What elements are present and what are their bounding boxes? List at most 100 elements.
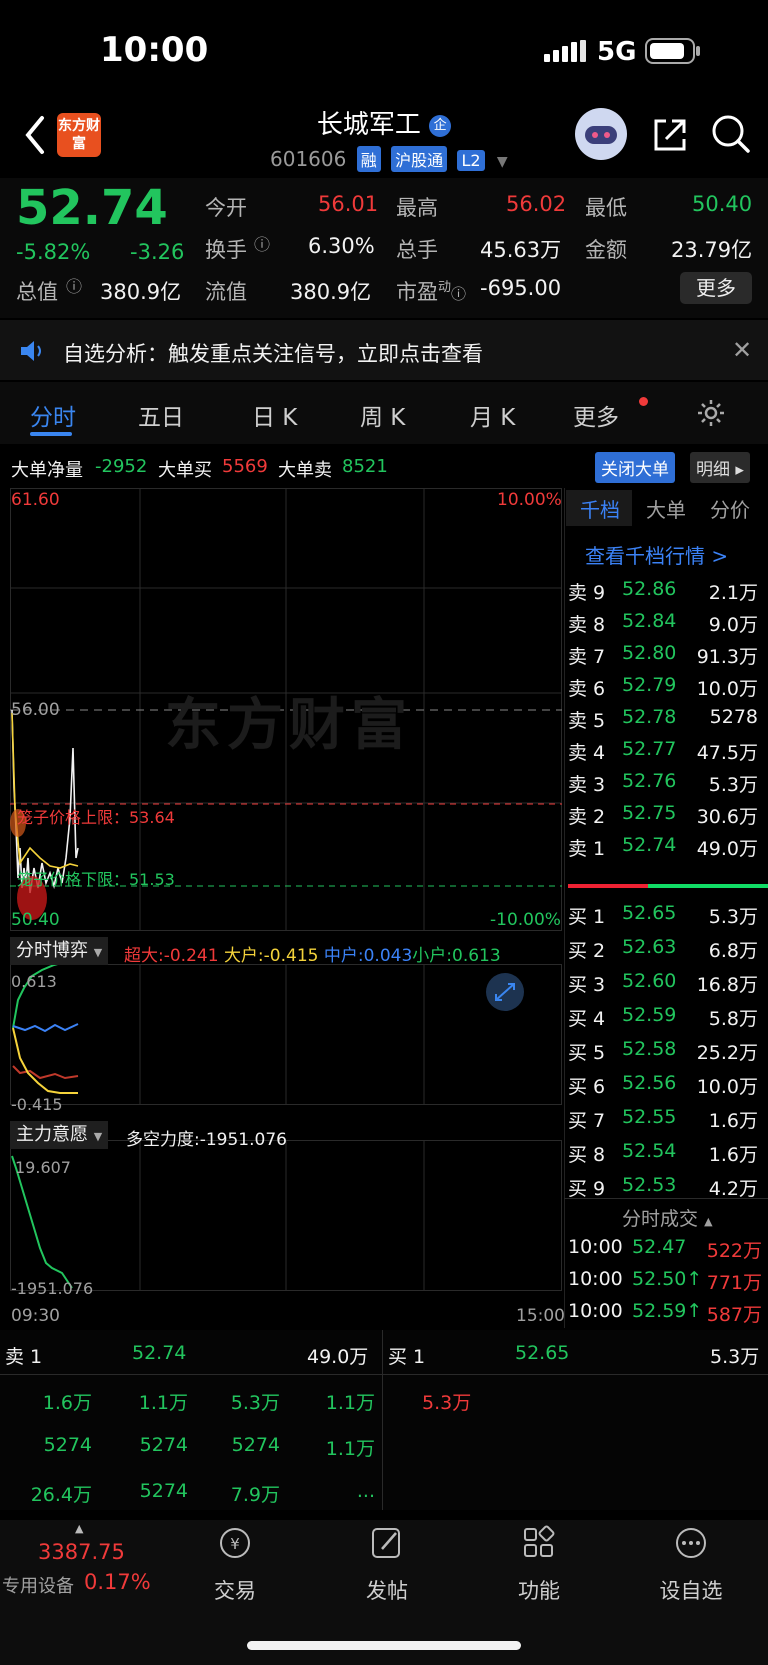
tab-weekly-k[interactable]: 周 K: [360, 398, 405, 432]
info-icon[interactable]: ⓘ: [66, 273, 82, 297]
tab-price-distribution[interactable]: 分价: [710, 494, 750, 523]
sell-queue-cell: 5.3万: [230, 1392, 280, 1414]
tag-level2: L2: [457, 150, 485, 171]
ask-volume: 2.1万: [708, 582, 758, 604]
bid-row[interactable]: 买 4 52.59 5.8万: [568, 1004, 768, 1038]
robot-icon: [585, 126, 617, 144]
intraday-chart[interactable]: [10, 488, 562, 1318]
ask-volume: 47.5万: [696, 742, 758, 764]
pe-label-text: 市盈: [396, 280, 438, 304]
share-button[interactable]: [650, 115, 690, 159]
ticks-title[interactable]: 分时成交 ▲: [622, 1204, 713, 1231]
close-big-order-button[interactable]: 关闭大单: [595, 452, 675, 483]
turnover-value: 6.30%: [308, 234, 375, 258]
ask-volume: 5.3万: [708, 774, 758, 796]
search-button[interactable]: [710, 113, 752, 159]
caret-down-icon: ▼: [93, 1130, 103, 1143]
settings-button[interactable]: [696, 398, 726, 432]
more-button[interactable]: 更多: [680, 272, 752, 304]
bid-row[interactable]: 买 2 52.63 6.8万: [568, 936, 768, 970]
amount-value: 23.79亿: [671, 238, 753, 262]
tab-thousand-level[interactable]: 千档: [580, 494, 620, 523]
game-selector[interactable]: 分时博弈 ▼: [10, 937, 109, 965]
detail-button[interactable]: 明细 ▸: [690, 452, 750, 483]
share-icon: [654, 119, 686, 151]
bid-volume: 16.8万: [696, 974, 758, 996]
view-thousand-link[interactable]: 查看千档行情 >: [585, 540, 728, 569]
ask-level-label: 卖 6: [568, 678, 606, 700]
sell-queue-cell: 5274: [43, 1434, 92, 1456]
caret-down-icon: ▼: [496, 154, 508, 170]
tab-monthly-k[interactable]: 月 K: [470, 398, 515, 432]
buy-queue-cell: 5.3万: [422, 1392, 472, 1414]
enterprise-badge: 企: [429, 114, 452, 137]
force-value: 多空力度:-1951.076: [126, 1125, 287, 1150]
sell-queue-cell: 1.1万: [325, 1438, 375, 1460]
robot-avatar[interactable]: [575, 108, 627, 160]
watermark: 东方财富: [165, 693, 413, 758]
ask-row[interactable]: 卖 9 52.86 2.1万: [568, 578, 768, 612]
tab-intraday[interactable]: 分时: [30, 398, 76, 432]
ask-volume: 5278: [709, 706, 758, 728]
bid-row[interactable]: 买 1 52.65 5.3万: [568, 902, 768, 936]
home-indicator[interactable]: [247, 1641, 521, 1650]
battery-icon: [645, 38, 701, 68]
edit-icon: [372, 1528, 400, 1558]
tick-price: 52.59↑: [632, 1300, 703, 1322]
ask-row[interactable]: 卖 2 52.75 30.6万: [568, 802, 768, 836]
index-label[interactable]: 专用设备: [2, 1572, 74, 1598]
ask-volume: 9.0万: [708, 614, 758, 636]
stock-code-row[interactable]: 601606 融 沪股通 L2 ▼: [270, 146, 508, 172]
ask-row[interactable]: 卖 7 52.80 91.3万: [568, 642, 768, 676]
tab-five-day[interactable]: 五日: [138, 398, 184, 432]
ask-row[interactable]: 卖 6 52.79 10.0万: [568, 674, 768, 708]
tick-volume: 587万: [706, 1304, 762, 1326]
ask-row[interactable]: 卖 4 52.77 47.5万: [568, 738, 768, 772]
will-label: 主力意愿: [16, 1124, 88, 1145]
time-end: 15:00: [516, 1306, 565, 1326]
bottom-sell1-label: 卖 1: [5, 1346, 43, 1368]
amount-label: 金额: [585, 238, 627, 262]
info-icon[interactable]: ⓘ: [254, 231, 270, 255]
ask-level-label: 卖 4: [568, 742, 606, 764]
close-icon[interactable]: ✕: [732, 336, 752, 364]
tick-time: 10:00: [568, 1300, 623, 1322]
mcap-value: 380.9亿: [100, 280, 182, 304]
volume-value: 45.63万: [480, 238, 562, 262]
bid-row[interactable]: 买 3 52.60 16.8万: [568, 970, 768, 1004]
bottom-sell1-vol: 49.0万: [307, 1346, 369, 1368]
game-legend: 超大:-0.241 大户:-0.415 中户:0.043小户:0.613: [124, 941, 501, 966]
ask-row[interactable]: 卖 3 52.76 5.3万: [568, 770, 768, 804]
will-top-value: 19.607: [15, 1158, 71, 1177]
tick-price: 52.47: [632, 1236, 687, 1258]
tab-daily-k[interactable]: 日 K: [252, 398, 297, 432]
sell-queue-cell: 1.1万: [138, 1392, 188, 1414]
ask-level-label: 卖 7: [568, 646, 606, 668]
bottom-sell1-price: 52.74: [132, 1342, 187, 1364]
ask-row[interactable]: 卖 5 52.78 5278: [568, 706, 768, 740]
bid-row[interactable]: 买 6 52.56 10.0万: [568, 1072, 768, 1106]
sell-queue-cell: 5274: [231, 1434, 280, 1456]
will-bottom-value: -1951.076: [11, 1279, 94, 1298]
bid-row[interactable]: 买 9 52.53 4.2万: [568, 1174, 768, 1208]
ask-volume: 30.6万: [696, 806, 758, 828]
gear-icon: [698, 400, 724, 426]
info-icon[interactable]: ⓘ: [451, 285, 466, 303]
bid-row[interactable]: 买 5 52.58 25.2万: [568, 1038, 768, 1072]
bid-level-label: 买 5: [568, 1042, 606, 1064]
bid-row[interactable]: 买 8 52.54 1.6万: [568, 1140, 768, 1174]
small-holder-line: [12, 957, 79, 1029]
ask-row[interactable]: 卖 8 52.84 9.0万: [568, 610, 768, 644]
sell-queue-cell: 26.4万: [30, 1484, 92, 1506]
tab-more[interactable]: 更多: [573, 398, 619, 432]
ask-row[interactable]: 卖 1 52.74 49.0万: [568, 834, 768, 868]
turnover-label: 换手: [205, 238, 247, 262]
bid-row[interactable]: 买 7 52.55 1.6万: [568, 1106, 768, 1140]
index-value[interactable]: 3387.75: [38, 1540, 125, 1564]
bottom-buy1-vol: 5.3万: [710, 1346, 760, 1368]
will-selector[interactable]: 主力意愿 ▼: [10, 1121, 109, 1149]
game-label: 分时博弈: [16, 940, 88, 961]
stock-name: 长城军工: [316, 110, 421, 140]
tab-big-order[interactable]: 大单: [646, 494, 686, 523]
ticks-title-text: 分时成交: [622, 1208, 699, 1230]
